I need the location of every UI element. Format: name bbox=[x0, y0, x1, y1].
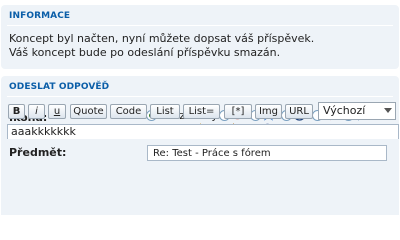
list-button[interactable]: List bbox=[150, 104, 180, 119]
reply-panel: ODESLAT ODPOVĚĎ Ikona: Bez ikony bbox=[1, 76, 399, 215]
code-button[interactable]: Code bbox=[110, 104, 147, 119]
list-item-button[interactable]: [*] bbox=[224, 104, 252, 119]
subject-label: Předmět: bbox=[9, 146, 67, 159]
ordered-list-button[interactable]: List= bbox=[183, 104, 220, 119]
divider bbox=[7, 25, 393, 26]
italic-button[interactable]: i bbox=[28, 104, 45, 119]
message-textarea[interactable]: aaakkkkkkk bbox=[7, 124, 399, 139]
image-button[interactable]: Img bbox=[255, 104, 282, 119]
quote-button[interactable]: Quote bbox=[70, 104, 107, 119]
bold-button[interactable]: B bbox=[8, 104, 25, 119]
info-message-line-2: Váš koncept bude po odeslání příspěvku s… bbox=[9, 46, 281, 59]
chevron-down-icon bbox=[384, 108, 392, 113]
font-size-select[interactable]: Výchozí bbox=[318, 102, 396, 120]
info-panel-title: INFORMACE bbox=[9, 11, 71, 21]
reply-panel-title: ODESLAT ODPOVĚĎ bbox=[9, 82, 110, 92]
info-panel: INFORMACE Koncept byl načten, nyní můžet… bbox=[1, 5, 399, 69]
divider bbox=[7, 96, 393, 97]
underline-button[interactable]: u bbox=[48, 104, 66, 119]
url-button[interactable]: URL bbox=[285, 104, 313, 119]
info-message-line-1: Koncept byl načten, nyní můžete dopsat v… bbox=[9, 32, 315, 45]
subject-input[interactable] bbox=[147, 145, 387, 161]
font-size-value: Výchozí bbox=[323, 104, 366, 117]
